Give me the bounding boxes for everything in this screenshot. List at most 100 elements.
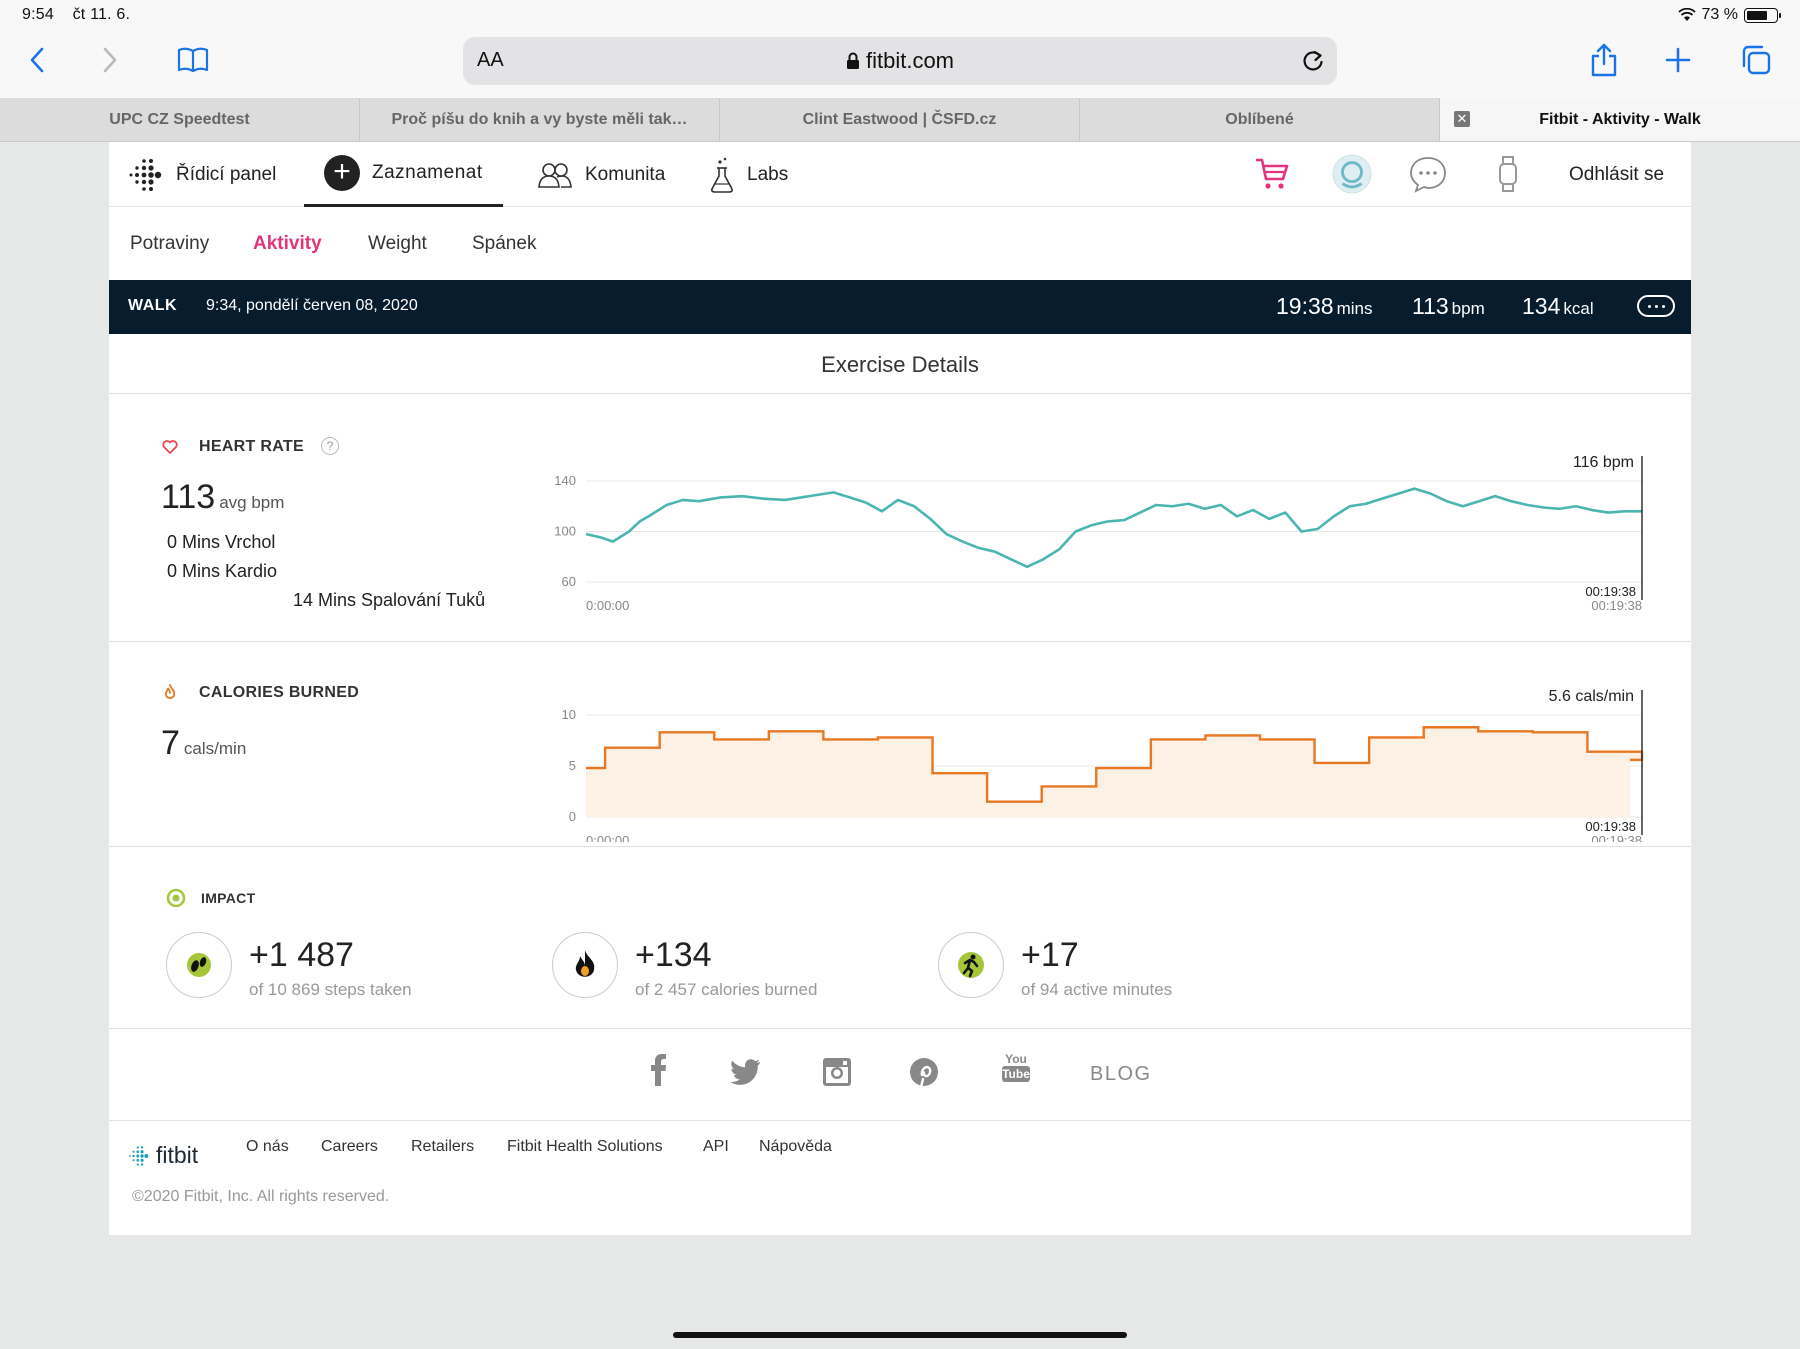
youtube-top: You — [1005, 1052, 1027, 1066]
footer-link-help[interactable]: Nápověda — [759, 1138, 832, 1156]
browser-tab-active[interactable]: ✕ Fitbit - Aktivity - Walk — [1440, 98, 1800, 141]
subnav-activities[interactable]: Aktivity — [253, 233, 322, 255]
more-options-button[interactable] — [1637, 295, 1675, 317]
zone-peak: 0 Mins Vrchol — [167, 532, 276, 552]
pinterest-icon[interactable] — [909, 1057, 939, 1087]
logout-link[interactable]: Odhlásit se — [1569, 142, 1664, 207]
exercise-header: WALK 9:34, pondělí červen 08, 2020 19:38… — [109, 280, 1691, 334]
help-icon[interactable]: ? — [321, 437, 339, 455]
share-button[interactable] — [1584, 40, 1624, 80]
chevron-left-icon — [30, 47, 44, 73]
heart-rate-avg: 113 avg bpm — [161, 478, 284, 517]
tab-title: Proč píšu do knih a vy byste měli tak… — [391, 110, 688, 128]
subnav-sleep[interactable]: Spánek — [472, 233, 536, 255]
footer-link-about[interactable]: O nás — [246, 1138, 289, 1156]
impact-calories-badge — [552, 932, 618, 998]
forward-button[interactable] — [90, 40, 130, 80]
duration-value: 19:38 — [1276, 293, 1334, 319]
subnav-weight[interactable]: Weight — [368, 233, 427, 255]
duration-unit: mins — [1336, 299, 1373, 318]
impact-label: IMPACT — [201, 890, 256, 906]
impact-active-badge — [938, 932, 1004, 998]
nav-log[interactable]: + Zaznamenat — [304, 142, 503, 207]
profile-button[interactable] — [1332, 154, 1372, 194]
facebook-icon[interactable] — [649, 1053, 667, 1087]
sub-navigation: Potraviny Aktivity Weight Spánek — [109, 207, 1691, 280]
dot — [1661, 304, 1665, 308]
tab-title: Fitbit - Aktivity - Walk — [1539, 110, 1701, 128]
book-icon — [177, 47, 209, 73]
twitter-icon[interactable] — [729, 1059, 761, 1085]
blog-link[interactable]: BLOG — [1090, 1063, 1152, 1086]
nav-log-label: Zaznamenat — [372, 162, 483, 183]
heart-rate-section: HEART RATE ? 113 avg bpm 0 Mins Vrchol 0 … — [109, 394, 1691, 642]
browser-tab[interactable]: Oblíbené — [1080, 98, 1440, 141]
exercise-details-title: Exercise Details — [109, 334, 1691, 394]
watch-icon — [1499, 156, 1517, 192]
heart-rate-label: HEART RATE — [199, 438, 304, 455]
chevron-right-icon — [103, 47, 117, 73]
y-tick-label: 100 — [554, 524, 576, 539]
impact-active-value: +17 — [1021, 936, 1079, 974]
bpm-value: 113 — [1412, 293, 1449, 319]
heart-icon — [162, 440, 178, 454]
share-icon — [1591, 43, 1617, 77]
reload-button[interactable] — [1301, 47, 1325, 78]
footer-link-api[interactable]: API — [703, 1138, 729, 1156]
footer-link-health-solutions[interactable]: Fitbit Health Solutions — [507, 1138, 663, 1156]
messages-button[interactable] — [1408, 154, 1448, 194]
fitbit-page: Řídicí panel + Zaznamenat Komunita Labs … — [109, 142, 1691, 1235]
logout-label: Odhlásit se — [1569, 163, 1665, 185]
browser-tab[interactable]: Proč píšu do knih a vy byste měli tak… — [360, 98, 720, 141]
x-start-tick-label: 0:00:00 — [586, 833, 629, 842]
y-tick-label: 0 — [569, 809, 576, 824]
nav-community[interactable]: Komunita — [537, 142, 665, 207]
youtube-bottom: Tube — [1002, 1066, 1030, 1082]
new-tab-button[interactable] — [1658, 40, 1698, 80]
reload-icon — [1303, 50, 1323, 71]
footer-logo[interactable]: fitbit — [128, 1142, 198, 1169]
tabs-overview-button[interactable] — [1736, 40, 1776, 80]
nav-labs-label: Labs — [747, 163, 789, 185]
flask-icon — [711, 157, 733, 193]
exercise-kcal: 134 kcal — [1522, 293, 1594, 320]
device-button[interactable] — [1488, 154, 1528, 194]
fitbit-wordmark: fitbit — [156, 1142, 199, 1168]
tab-title: Oblíbené — [1225, 110, 1294, 128]
calories-area — [586, 727, 1642, 817]
heart-rate-chart: 60 100 140 116 bpm 00:19:3800:19:38 0:00:00 — [554, 454, 1643, 613]
url-bar[interactable]: AA fitbit.com — [463, 37, 1337, 85]
footer-link-retailers[interactable]: Retailers — [411, 1138, 474, 1156]
impact-steps-sub: of 10 869 steps taken — [249, 980, 412, 999]
wifi-icon — [1677, 8, 1696, 21]
back-button[interactable] — [17, 40, 57, 80]
y-tick-label: 140 — [554, 473, 576, 488]
footer-link-careers[interactable]: Careers — [321, 1138, 378, 1156]
youtube-icon[interactable]: You Tube — [1002, 1053, 1030, 1082]
dot — [1647, 304, 1651, 308]
bookmarks-button[interactable] — [173, 40, 213, 80]
impact-calories-sub: of 2 457 calories burned — [635, 980, 818, 999]
impact-steps-value: +1 487 — [249, 936, 354, 974]
instagram-icon[interactable] — [822, 1057, 852, 1087]
top-navigation: Řídicí panel + Zaznamenat Komunita Labs … — [109, 142, 1691, 207]
impact-section: IMPACT +1 487 of 10 869 steps taken +134… — [109, 847, 1691, 1029]
end-time-label: 00:19:38 — [1585, 819, 1636, 834]
nav-dashboard[interactable]: Řídicí panel — [128, 142, 276, 207]
browser-tab[interactable]: UPC CZ Speedtest — [0, 98, 360, 141]
zone-fatburn: 14 Mins Spalování Tuků — [293, 590, 486, 610]
flame-icon — [164, 684, 176, 699]
tab-title: Clint Eastwood | ČSFD.cz — [802, 110, 997, 128]
plus-circle-icon: + — [324, 155, 360, 191]
kcal-unit: kcal — [1563, 299, 1594, 318]
nav-labs[interactable]: Labs — [709, 142, 788, 207]
shop-button[interactable] — [1252, 154, 1292, 194]
target-icon — [166, 888, 186, 908]
plus-icon — [1665, 47, 1691, 73]
subnav-food[interactable]: Potraviny — [130, 233, 209, 255]
exercise-type: WALK — [128, 297, 178, 314]
tab-close-icon[interactable]: ✕ — [1454, 111, 1470, 127]
browser-tab[interactable]: Clint Eastwood | ČSFD.cz — [720, 98, 1080, 141]
bpm-unit: bpm — [1451, 299, 1485, 318]
heart-rate-line — [585, 487, 1642, 569]
